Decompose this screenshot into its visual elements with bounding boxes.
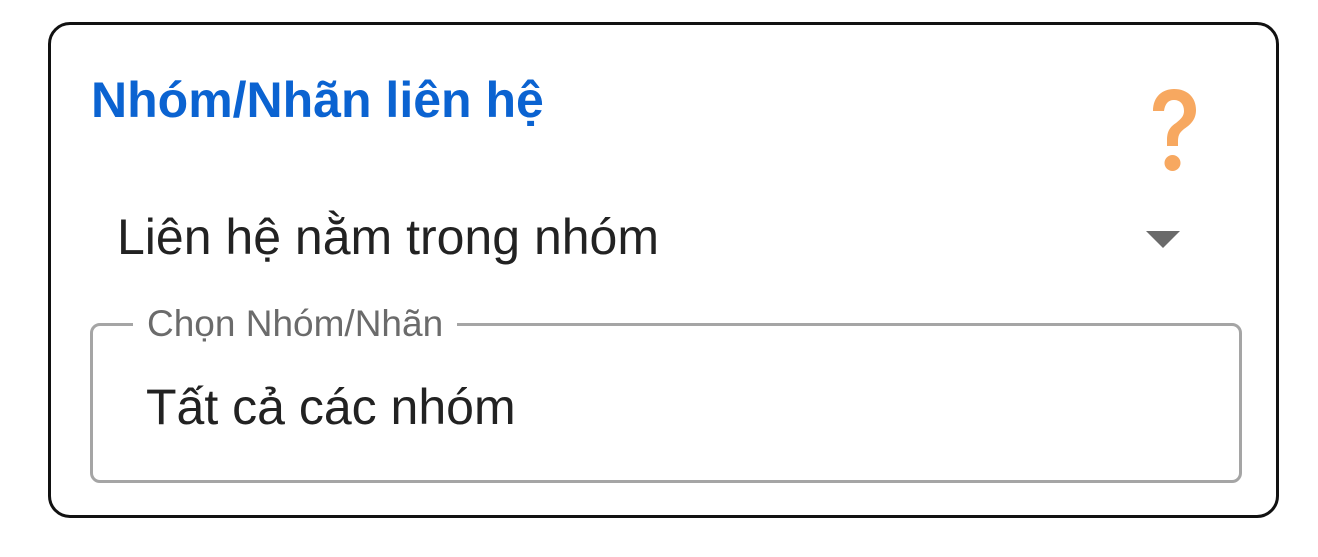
- contact-group-filter-card: Nhóm/Nhãn liên hệ Liên hệ nằm trong nhóm…: [48, 22, 1279, 518]
- group-label-field-label: Chọn Nhóm/Nhãn: [133, 303, 458, 345]
- question-mark-icon: [1153, 89, 1196, 171]
- help-icon[interactable]: [1143, 87, 1203, 177]
- group-condition-value: Liên hệ nằm trong nhóm: [117, 209, 660, 265]
- panel-title: Nhóm/Nhãn liên hệ: [91, 72, 544, 128]
- chevron-down-icon[interactable]: [1146, 231, 1180, 248]
- group-label-field[interactable]: Chọn Nhóm/Nhãn Tất cả các nhóm: [90, 303, 1242, 483]
- group-label-field-value[interactable]: Tất cả các nhóm: [146, 382, 516, 432]
- group-condition-select[interactable]: Liên hệ nằm trong nhóm: [117, 200, 1197, 278]
